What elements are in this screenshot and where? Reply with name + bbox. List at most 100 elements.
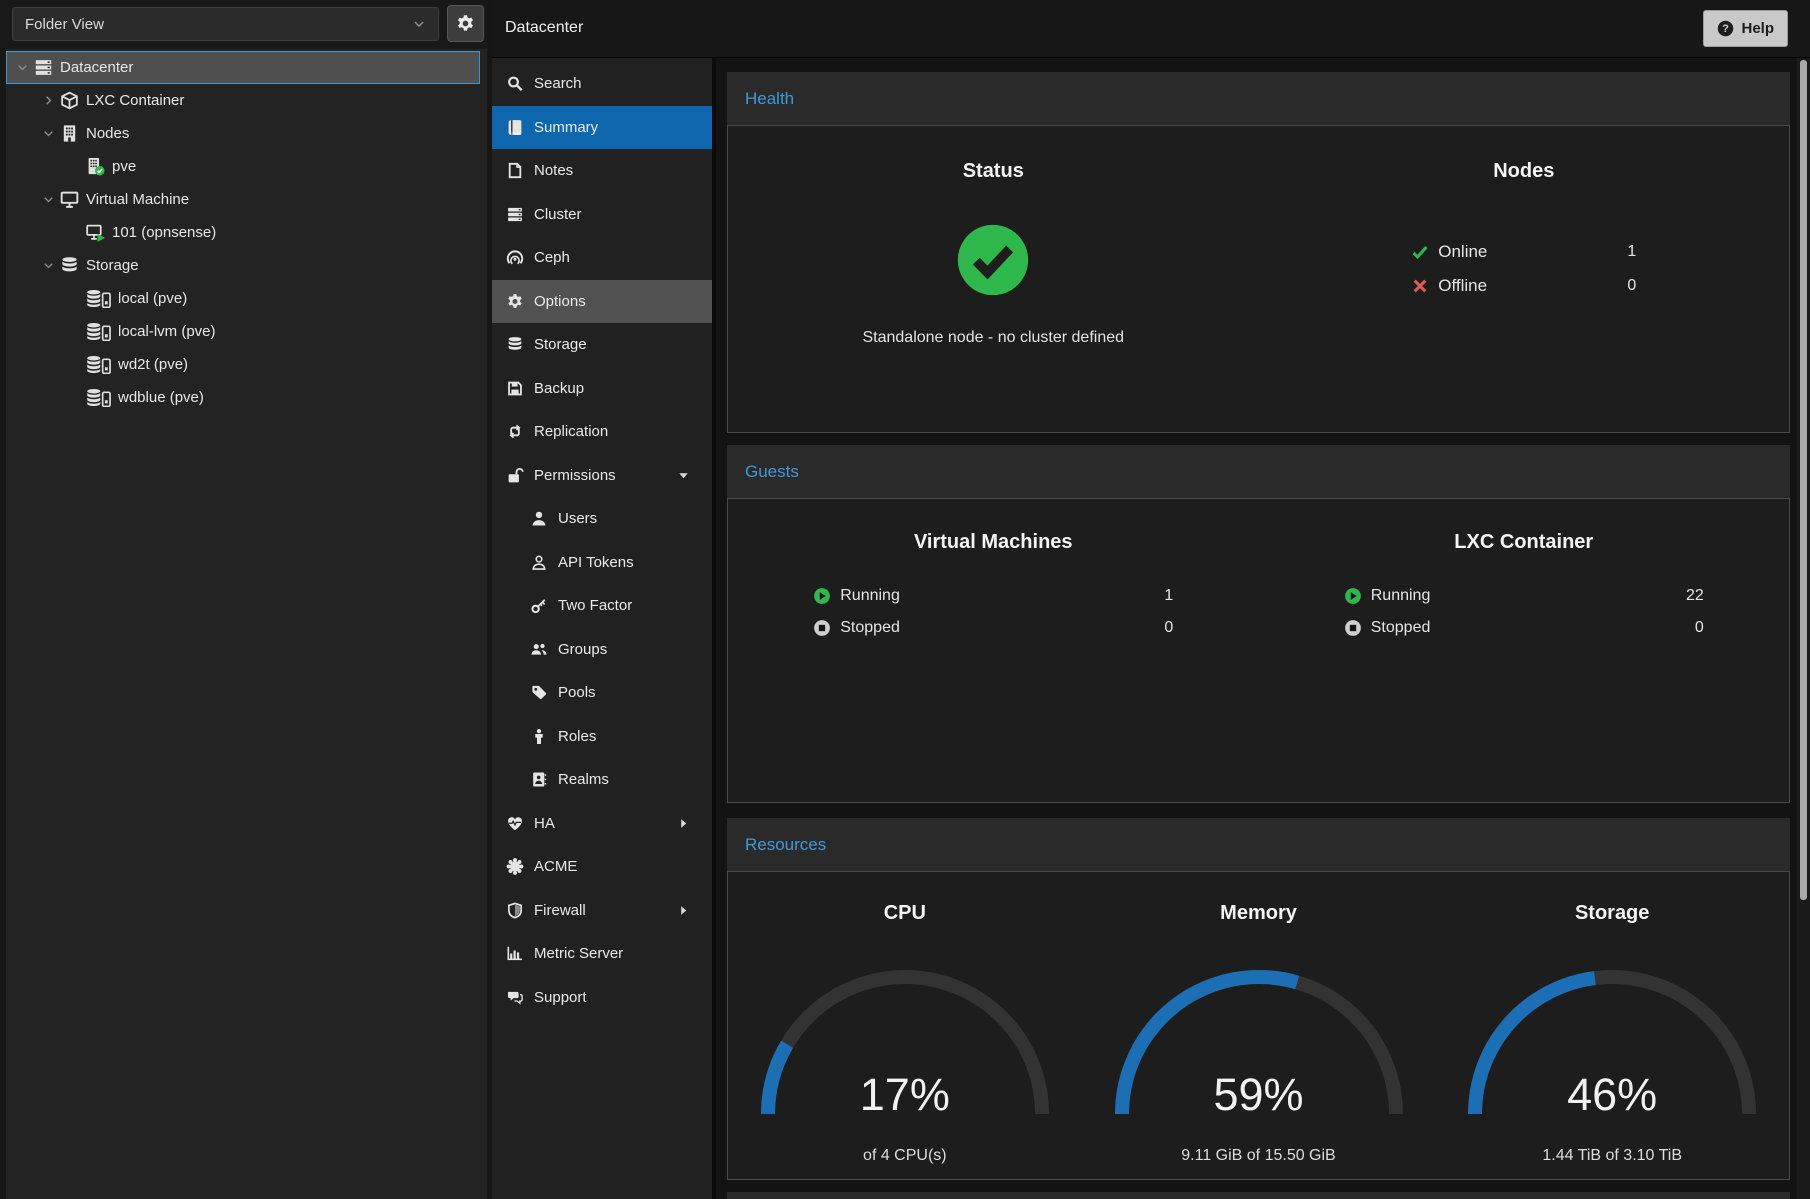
menu-item-label: Summary (534, 119, 598, 136)
menu-item-realms[interactable]: Realms (492, 758, 712, 802)
cross-icon (1411, 277, 1429, 295)
menu-item-options[interactable]: Options (492, 280, 712, 324)
content-scrollbar-thumb[interactable] (1800, 60, 1807, 900)
menu-item-backup[interactable]: Backup (492, 367, 712, 411)
gear-icon (506, 293, 524, 310)
sync-icon (506, 423, 524, 440)
chevron-down-icon[interactable] (40, 193, 56, 206)
menu-item-api-tokens[interactable]: API Tokens (492, 541, 712, 585)
help-button[interactable]: ? Help (1703, 10, 1788, 47)
tree-item-virtual-machine[interactable]: Virtual Machine (6, 183, 480, 216)
bar-chart-icon (506, 945, 524, 962)
menu-item-metric-server[interactable]: Metric Server (492, 932, 712, 976)
tree-item-nodes[interactable]: Nodes (6, 117, 480, 150)
guests-panel-body: Virtual Machines Running 1 Stopped 0 LXC… (727, 498, 1790, 803)
tree-item-lxc-container[interactable]: LXC Container (6, 84, 480, 117)
status-message: Standalone node - no cluster defined (862, 329, 1124, 347)
tree-item-label: Datacenter (60, 59, 133, 76)
storage-drive-icon (86, 355, 111, 374)
caret-spacer (66, 325, 82, 338)
menu-item-label: Replication (534, 423, 608, 440)
gear-icon (456, 14, 475, 33)
resources-panel-title: Resources (745, 835, 826, 855)
menu-item-support[interactable]: Support (492, 976, 712, 1020)
tree-settings-button[interactable] (447, 5, 484, 42)
menu-item-roles[interactable]: Roles (492, 715, 712, 759)
tree-item-label: wdblue (pve) (118, 389, 204, 406)
tree-item-wdblue-pve[interactable]: wdblue (pve) (6, 381, 480, 414)
lxc-container-column: LXC Container Running 22 Stopped 0 (1259, 531, 1790, 802)
menu-item-label: Roles (558, 728, 596, 745)
content-scrollbar-track (1797, 58, 1810, 1199)
tree-item-storage[interactable]: Storage (6, 249, 480, 282)
menu-item-storage[interactable]: Storage (492, 323, 712, 367)
menu-item-users[interactable]: Users (492, 497, 712, 541)
view-mode-select[interactable]: Folder View (12, 7, 439, 41)
caret-spacer (66, 358, 82, 371)
database-icon (506, 336, 524, 353)
menu-item-two-factor[interactable]: Two Factor (492, 584, 712, 628)
cpu-gauge-column: CPU 17% of 4 CPU(s) (728, 902, 1082, 1179)
caret-right-icon (677, 817, 690, 830)
storage-drive-icon (86, 289, 111, 308)
menu-item-label: Users (558, 510, 597, 527)
menu-item-firewall[interactable]: Firewall (492, 889, 712, 933)
chevron-right-icon[interactable] (40, 94, 56, 107)
stop-circle-icon (1344, 619, 1362, 637)
users-icon (530, 641, 548, 658)
topbar: Datacenter ? Help (492, 0, 1810, 58)
next-panel-partial (727, 1192, 1790, 1199)
tree-item-wd2t-pve[interactable]: wd2t (pve) (6, 348, 480, 381)
svg-text:?: ? (1723, 23, 1730, 35)
menu-item-groups[interactable]: Groups (492, 628, 712, 672)
storage-drive-icon (86, 322, 111, 341)
menu-item-acme[interactable]: ACME (492, 845, 712, 889)
tag-icon (530, 684, 548, 701)
virtual-machines-heading: Virtual Machines (914, 531, 1073, 554)
guests-panel: Guests Virtual Machines Running 1 Stoppe… (727, 445, 1790, 803)
menu-item-replication[interactable]: Replication (492, 410, 712, 454)
user-outline-icon (530, 554, 548, 571)
menu-item-search[interactable]: Search (492, 62, 712, 106)
nodes-offline-label: Offline (1438, 276, 1487, 296)
tree-item-datacenter[interactable]: Datacenter (6, 51, 480, 84)
chevron-down-icon[interactable] (40, 127, 56, 140)
tree-item-label: Nodes (86, 125, 129, 142)
cube-icon (60, 91, 79, 110)
view-mode-select-value: Folder View (25, 16, 104, 33)
person-icon (530, 728, 548, 745)
summary-content: Health Status Standalone node - no clust… (712, 58, 1810, 1199)
question-circle-icon: ? (1717, 20, 1734, 37)
check-icon (1411, 243, 1429, 261)
tree-item-label: local (pve) (118, 290, 187, 307)
tree-item-pve[interactable]: pve (6, 150, 480, 183)
health-panel-title: Health (745, 89, 794, 109)
database-icon (60, 256, 79, 275)
menu-item-ha[interactable]: HA (492, 802, 712, 846)
cpu-gauge: 17% (755, 961, 1055, 1121)
tree-item-label: LXC Container (86, 92, 184, 109)
lxc-container-rows: Running 22 Stopped 0 (1344, 580, 1704, 644)
memory-gauge-column: Memory 59% 9.11 GiB of 15.50 GiB (1082, 902, 1436, 1179)
heartbeat-icon (506, 815, 524, 832)
chevron-down-icon[interactable] (14, 61, 30, 74)
tree-item-local-pve[interactable]: local (pve) (6, 282, 480, 315)
building-online-icon (86, 157, 105, 176)
chevron-down-icon[interactable] (40, 259, 56, 272)
tree-item-101-opnsense[interactable]: 101 (opnsense) (6, 216, 480, 249)
caret-spacer (66, 226, 82, 239)
menu-item-ceph[interactable]: Ceph (492, 236, 712, 280)
menu-item-notes[interactable]: Notes (492, 149, 712, 193)
unlock-icon (506, 467, 524, 484)
virtual-machines-column: Virtual Machines Running 1 Stopped 0 (728, 531, 1259, 802)
menu-item-pools[interactable]: Pools (492, 671, 712, 715)
menu-item-label: Groups (558, 641, 607, 658)
menu-item-permissions[interactable]: Permissions (492, 454, 712, 498)
nodes-rows: Online 1 Offline 0 (1411, 235, 1636, 303)
resources-panel-header: Resources (727, 818, 1790, 871)
memory-gauge-percent: 59% (1109, 1069, 1409, 1121)
menu-item-cluster[interactable]: Cluster (492, 193, 712, 237)
menu-item-summary[interactable]: Summary (492, 106, 712, 150)
tree-item-local-lvm-pve[interactable]: local-lvm (pve) (6, 315, 480, 348)
seal-icon (506, 858, 524, 875)
